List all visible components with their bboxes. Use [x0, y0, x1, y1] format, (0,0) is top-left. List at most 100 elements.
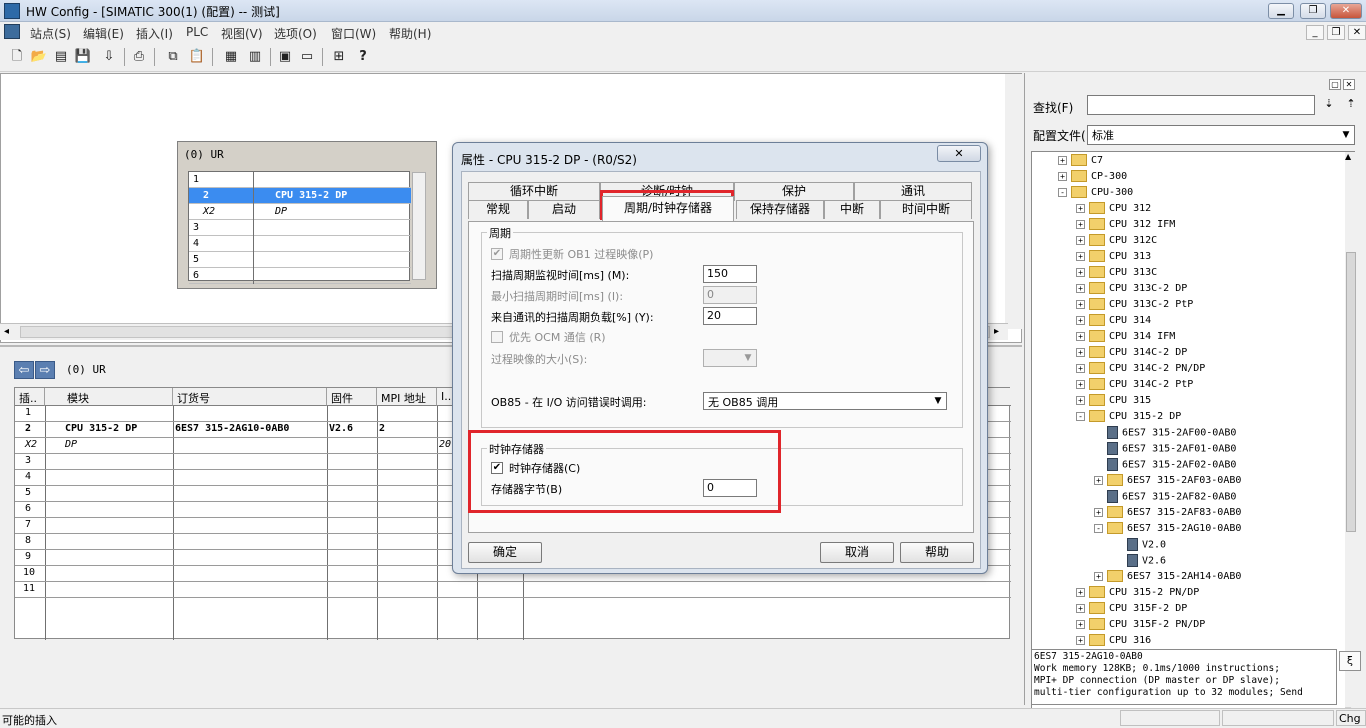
network-icon[interactable]: ▥: [246, 48, 264, 66]
find-down-icon[interactable]: ⇣: [1319, 97, 1339, 115]
tree-node[interactable]: + CPU 314C-2 DP: [1076, 346, 1187, 362]
forward-icon[interactable]: ⇨: [35, 361, 55, 379]
expand-icon[interactable]: +: [1076, 331, 1085, 341]
comm-load-input[interactable]: 20: [703, 307, 757, 325]
catalog-close-button[interactable]: ✕: [1343, 79, 1355, 90]
dialog-close-button[interactable]: ✕: [937, 145, 981, 162]
table-row[interactable]: 11: [15, 582, 1011, 598]
tree-node[interactable]: + CPU 312C: [1076, 234, 1157, 250]
expand-icon[interactable]: +: [1094, 475, 1103, 485]
min-scan-input[interactable]: 0: [703, 286, 757, 304]
tree-node[interactable]: V2.0: [1114, 538, 1166, 554]
tree-node[interactable]: + CPU 313C: [1076, 266, 1157, 282]
tree-node[interactable]: + CPU 313C-2 PtP: [1076, 298, 1193, 314]
tree-node[interactable]: + CPU 312 IFM: [1076, 218, 1175, 234]
expand-icon[interactable]: +: [1094, 507, 1103, 517]
find-input[interactable]: [1087, 95, 1315, 115]
rack-row[interactable]: 6: [189, 268, 411, 284]
tree-node[interactable]: +6ES7 315-2AH14-0AB0: [1094, 570, 1241, 586]
tree-node[interactable]: + CPU 313C-2 DP: [1076, 282, 1187, 298]
tree-node[interactable]: + CPU 315F-2 DP: [1076, 602, 1187, 618]
scan-monitor-input[interactable]: 150: [703, 265, 757, 283]
tree-node[interactable]: 6ES7 315-2AF01-0AB0: [1094, 442, 1236, 458]
expand-icon[interactable]: +: [1094, 571, 1103, 581]
expand-icon[interactable]: +: [1076, 203, 1085, 213]
download-icon[interactable]: ⇩: [100, 48, 118, 66]
tree-node[interactable]: - CPU 315-2 DP: [1076, 410, 1181, 426]
catalog-scrollbar[interactable]: ▲ ▼: [1345, 152, 1357, 718]
expand-icon[interactable]: +: [1076, 299, 1085, 309]
expand-icon[interactable]: +: [1076, 219, 1085, 229]
col-firmware[interactable]: 固件: [327, 388, 377, 406]
expand-icon[interactable]: +: [1076, 603, 1085, 613]
close-button[interactable]: ✕: [1330, 3, 1362, 19]
menu-plc[interactable]: PLC: [186, 25, 208, 39]
tree-node[interactable]: + CPU 314C-2 PtP: [1076, 378, 1193, 394]
tree-node[interactable]: +6ES7 315-2AF03-0AB0: [1094, 474, 1241, 490]
back-icon[interactable]: ⇦: [14, 361, 34, 379]
tree-node[interactable]: + CPU 315: [1076, 394, 1151, 410]
expand-icon[interactable]: +: [1076, 235, 1085, 245]
expand-icon[interactable]: +: [1058, 155, 1067, 165]
col-mpi-address[interactable]: MPI 地址: [377, 388, 437, 406]
expand-icon[interactable]: +: [1076, 347, 1085, 357]
tree-node[interactable]: 6ES7 315-2AF00-0AB0: [1094, 426, 1236, 442]
tree-node[interactable]: + CPU 313: [1076, 250, 1151, 266]
collapse-icon[interactable]: -: [1076, 411, 1085, 421]
find-up-icon[interactable]: ⇡: [1341, 97, 1361, 115]
expand-icon[interactable]: +: [1076, 267, 1085, 277]
ok-button[interactable]: 确定: [468, 542, 542, 563]
tree-node[interactable]: + CPU 316: [1076, 634, 1151, 650]
rack-scrollbar[interactable]: [412, 172, 426, 280]
mdi-minimize-button[interactable]: _: [1306, 25, 1324, 40]
expand-icon[interactable]: +: [1058, 171, 1067, 181]
tree-node[interactable]: + CPU 315-2 PN/DP: [1076, 586, 1199, 602]
process-image-select[interactable]: ▼: [703, 349, 757, 367]
expand-icon[interactable]: +: [1076, 283, 1085, 293]
new-icon[interactable]: 🗋: [8, 48, 26, 66]
help-icon[interactable]: ?: [354, 48, 372, 66]
menu-window[interactable]: 窗口(W): [331, 25, 376, 42]
col-order-number[interactable]: 订货号: [173, 388, 327, 406]
menu-view[interactable]: 视图(V): [221, 25, 263, 42]
tree-node[interactable]: + CPU 314C-2 PN/DP: [1076, 362, 1205, 378]
tab-protection[interactable]: 保护: [734, 182, 854, 201]
save-compile-icon[interactable]: ▤: [52, 48, 70, 66]
vertical-scrollbar[interactable]: [1005, 74, 1022, 329]
col-slot[interactable]: 插..: [15, 388, 45, 406]
mdi-restore-button[interactable]: ❐: [1327, 25, 1345, 40]
expand-icon[interactable]: +: [1076, 587, 1085, 597]
menu-edit[interactable]: 编辑(E): [83, 25, 124, 42]
window-icon[interactable]: ▭: [298, 48, 316, 66]
tree-node[interactable]: +6ES7 315-2AF83-0AB0: [1094, 506, 1241, 522]
tab-time-of-day-interrupts[interactable]: 时间中断: [880, 200, 972, 219]
tab-communication[interactable]: 通讯: [854, 182, 972, 201]
open-icon[interactable]: 📂: [30, 48, 48, 66]
ob85-select[interactable]: 无 OB85 调用 ▼: [703, 392, 947, 410]
expand-icon[interactable]: +: [1076, 635, 1085, 645]
collapse-icon[interactable]: -: [1058, 187, 1067, 197]
col-module[interactable]: 模块: [45, 388, 173, 406]
mdi-close-button[interactable]: ✕: [1348, 25, 1366, 40]
tree-node[interactable]: - 6ES7 315-2AG10-0AB0: [1094, 522, 1241, 538]
hw-catalog-icon[interactable]: ▦: [222, 48, 240, 66]
tree-node[interactable]: + CPU 312: [1076, 202, 1151, 218]
menu-help[interactable]: 帮助(H): [389, 25, 431, 42]
tree-node[interactable]: + CP-300: [1058, 170, 1127, 186]
tab-interrupts[interactable]: 中断: [824, 200, 880, 219]
prio-ocm-checkbox[interactable]: [491, 331, 503, 343]
rack-row[interactable]: 1: [189, 172, 411, 188]
rack-row[interactable]: 5: [189, 252, 411, 268]
tree-node[interactable]: + C7: [1058, 154, 1103, 170]
tree-node[interactable]: 6ES7 315-2AF82-0AB0: [1094, 490, 1236, 506]
rack-row[interactable]: X2 DP: [189, 204, 411, 220]
expand-icon[interactable]: +: [1076, 315, 1085, 325]
tab-cyclic-interrupt[interactable]: 循环中断: [468, 182, 600, 201]
tab-startup[interactable]: 启动: [528, 200, 600, 219]
tree-node[interactable]: + CPU 315F-2 PN/DP: [1076, 618, 1205, 634]
catalog-float-button[interactable]: ▢: [1329, 79, 1341, 90]
catalog-toggle-icon[interactable]: ξ: [1339, 651, 1361, 671]
tree-node[interactable]: V2.6: [1114, 554, 1166, 570]
catalog-icon[interactable]: ▣: [276, 48, 294, 66]
menu-insert[interactable]: 插入(I): [136, 25, 173, 42]
